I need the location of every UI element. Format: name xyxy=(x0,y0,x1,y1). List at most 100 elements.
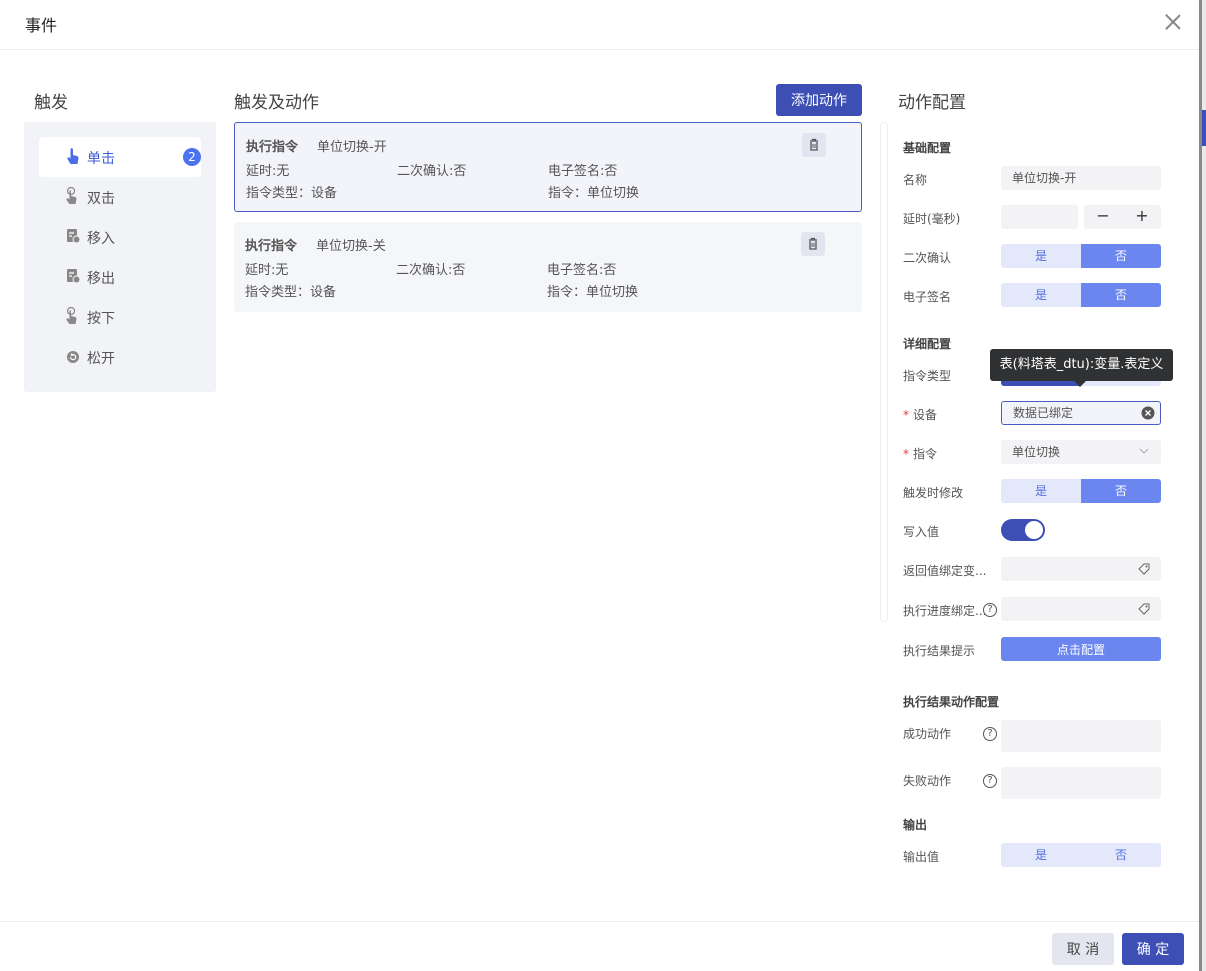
action-delay: 延时:无 xyxy=(246,164,290,179)
trigger-section-title: 触发 xyxy=(34,93,68,113)
tag-icon[interactable] xyxy=(1137,602,1151,616)
trigger-item-click[interactable]: 单击 2 xyxy=(39,137,201,177)
basic-config-title: 基础配置 xyxy=(903,141,952,155)
detail-config-title: 详细配置 xyxy=(903,337,952,351)
trigger-label: 单击 xyxy=(87,151,115,167)
dialog-footer: 取 消 确 定 xyxy=(0,921,1199,971)
confirm-button[interactable]: 确 定 xyxy=(1122,933,1184,965)
return-binding-input[interactable] xyxy=(1001,557,1161,581)
trash-icon xyxy=(810,138,818,151)
progress-binding-label: 执行进度绑定... xyxy=(903,604,987,618)
help-icon[interactable]: ? xyxy=(983,603,997,617)
esign-toggle: 是 否 xyxy=(1001,283,1161,307)
config-section-title: 动作配置 xyxy=(898,93,966,113)
delay-stepper: − + xyxy=(1084,205,1161,229)
trigger-label: 双击 xyxy=(87,191,115,207)
config-scrollbar[interactable] xyxy=(880,122,888,622)
success-action-label: 成功动作 xyxy=(903,727,952,741)
underlying-page-strip xyxy=(1199,0,1206,971)
output-toggle: 是 否 xyxy=(1001,843,1161,867)
write-switch[interactable] xyxy=(1001,519,1045,541)
tag-icon[interactable] xyxy=(1137,562,1151,576)
yes-option[interactable]: 是 xyxy=(1001,479,1081,503)
result-tip-label: 执行结果提示 xyxy=(903,644,976,658)
action-cmd-type: 指令类型：设备 xyxy=(245,285,337,300)
action-confirm: 二次确认:否 xyxy=(396,263,466,278)
trigger-item-move-in[interactable]: 移入 xyxy=(39,217,201,257)
trigger-item-move-out[interactable]: 移出 xyxy=(39,257,201,297)
return-binding-label: 返回值绑定变... xyxy=(903,564,987,578)
double-tap-icon xyxy=(66,187,77,204)
cancel-button[interactable]: 取 消 xyxy=(1052,933,1114,965)
fail-action-label: 失败动作 xyxy=(903,774,952,788)
modify-label: 触发时修改 xyxy=(903,486,964,500)
dialog-header: 事件 xyxy=(0,0,1199,50)
press-icon xyxy=(66,307,77,324)
action-esign: 电子签名:否 xyxy=(548,164,618,179)
progress-binding-input[interactable] xyxy=(1001,597,1161,621)
cmd-label: * 指令 xyxy=(903,447,938,461)
dialog-title: 事件 xyxy=(25,16,58,35)
action-cmd: 指令：单位切换 xyxy=(547,285,639,300)
plus-button[interactable]: + xyxy=(1123,206,1161,225)
action-cmd: 指令：单位切换 xyxy=(548,186,640,201)
result-action-title: 执行结果动作配置 xyxy=(903,695,1000,709)
modify-toggle: 是 否 xyxy=(1001,479,1161,503)
trigger-list: 单击 2 双击 移入 移出 按下 松开 xyxy=(24,122,216,392)
device-input[interactable]: 数据已绑定 xyxy=(1001,401,1161,425)
trigger-label: 按下 xyxy=(87,311,115,327)
cmd-type-label: 指令类型 xyxy=(903,369,952,383)
fail-action-input[interactable] xyxy=(1001,767,1161,799)
action-card[interactable]: 执行指令 单位切换-开 延时:无 二次确认:否 电子签名:否 指令类型：设备 指… xyxy=(234,122,862,212)
no-option[interactable]: 否 xyxy=(1081,479,1161,503)
help-icon[interactable]: ? xyxy=(983,774,997,788)
add-action-button[interactable]: 添加动作 xyxy=(776,84,862,116)
trigger-item-release[interactable]: 松开 xyxy=(39,337,201,377)
output-title: 输出 xyxy=(903,818,928,832)
delay-label: 延时(毫秒) xyxy=(903,212,961,226)
no-option[interactable]: 否 xyxy=(1081,283,1161,307)
delete-button[interactable] xyxy=(802,133,826,157)
delay-input[interactable] xyxy=(1001,205,1078,229)
move-in-icon xyxy=(67,229,81,244)
release-icon xyxy=(67,351,79,363)
no-option[interactable]: 否 xyxy=(1081,843,1161,867)
cmd-select[interactable]: 单位切换 xyxy=(1001,440,1161,464)
cmd-value: 单位切换 xyxy=(1012,445,1061,459)
action-esign: 电子签名:否 xyxy=(547,263,617,278)
configure-button[interactable]: 点击配置 xyxy=(1001,637,1161,661)
action-name: 单位切换-关 xyxy=(316,239,386,254)
event-dialog: 事件 触发 单击 2 双击 移入 移出 按下 松开 触发及动作 添加动作 执行指… xyxy=(0,0,1199,971)
move-out-icon xyxy=(67,269,81,284)
name-input[interactable]: 单位切换-开 xyxy=(1001,166,1161,190)
yes-option[interactable]: 是 xyxy=(1001,283,1081,307)
esign-label: 电子签名 xyxy=(903,290,952,304)
trigger-label: 移入 xyxy=(87,231,115,247)
action-type: 执行指令 xyxy=(246,140,299,155)
yes-option[interactable]: 是 xyxy=(1001,244,1081,268)
help-icon[interactable]: ? xyxy=(983,727,997,741)
no-option[interactable]: 否 xyxy=(1081,244,1161,268)
success-action-input[interactable] xyxy=(1001,720,1161,752)
tap-icon xyxy=(67,148,79,164)
confirm-label: 二次确认 xyxy=(903,251,952,265)
action-name: 单位切换-开 xyxy=(317,140,387,155)
action-cmd-type: 指令类型：设备 xyxy=(246,186,338,201)
trigger-item-double-click[interactable]: 双击 xyxy=(39,177,201,217)
close-icon[interactable] xyxy=(1163,12,1183,32)
yes-option[interactable]: 是 xyxy=(1001,843,1081,867)
clear-icon[interactable] xyxy=(1141,406,1155,420)
minus-button[interactable]: − xyxy=(1084,206,1122,225)
write-label: 写入值 xyxy=(903,525,940,539)
trigger-item-press[interactable]: 按下 xyxy=(39,297,201,337)
action-card[interactable]: 执行指令 单位切换-关 延时:无 二次确认:否 电子签名:否 指令类型：设备 指… xyxy=(234,222,862,312)
device-value: 数据已绑定 xyxy=(1013,406,1074,420)
binding-tooltip: 表(料塔表_dtu):变量.表定义 xyxy=(990,349,1173,387)
delete-button[interactable] xyxy=(801,232,825,256)
confirm-toggle: 是 否 xyxy=(1001,244,1161,268)
trash-icon xyxy=(809,237,817,250)
trigger-label: 移出 xyxy=(87,271,115,287)
action-confirm: 二次确认:否 xyxy=(397,164,467,179)
underlying-highlight xyxy=(1202,110,1206,146)
action-type: 执行指令 xyxy=(245,239,298,254)
